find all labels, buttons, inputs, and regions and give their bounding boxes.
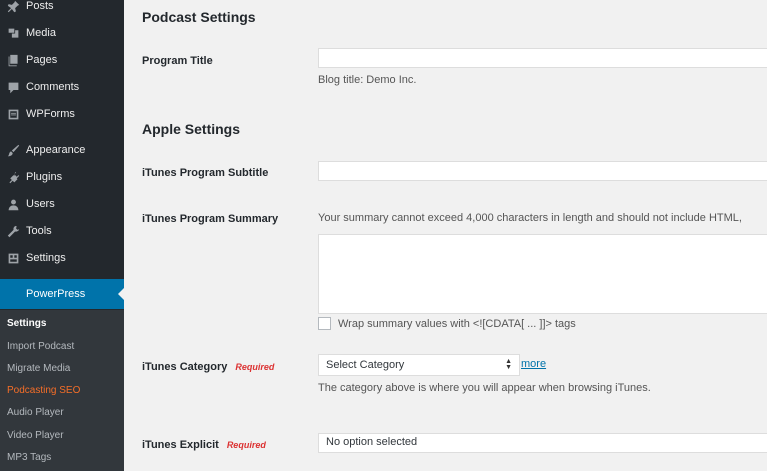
wrap-cdata-option[interactable]: Wrap summary values with <![CDATA[ ... ]… (318, 317, 576, 330)
apple-settings-heading: Apple Settings (142, 121, 241, 137)
submenu-item-video-player[interactable]: Video Player (7, 430, 64, 441)
submenu-item-import-podcast[interactable]: Import Podcast (7, 341, 74, 352)
sidebar-item-label: Pages (26, 54, 58, 66)
admin-sidebar: Posts Media Pages Comments WPForms Appea… (0, 0, 124, 471)
plugin-icon (0, 171, 26, 184)
sidebar-item-label: Media (26, 27, 56, 39)
itunes-explicit-label-text: iTunes Explicit (142, 439, 219, 451)
sidebar-item-media[interactable]: Media (0, 21, 124, 45)
itunes-category-label-text: iTunes Category (142, 361, 228, 373)
itunes-summary-label: iTunes Program Summary (142, 213, 279, 225)
media-icon (0, 27, 26, 40)
sidebar-item-settings[interactable]: Settings (0, 246, 124, 270)
wpforms-icon (0, 108, 26, 121)
sidebar-item-label: Comments (26, 81, 80, 93)
sidebar-item-tools[interactable]: Tools (0, 219, 124, 243)
pages-icon (0, 54, 26, 67)
sidebar-item-label: Tools (26, 225, 52, 237)
sidebar-item-powerpress[interactable]: PowerPress (0, 279, 124, 309)
powerpress-icon (0, 288, 26, 301)
itunes-explicit-value: No option selected (326, 436, 418, 448)
submenu-item-migrate-media[interactable]: Migrate Media (7, 363, 70, 374)
itunes-explicit-select[interactable]: No option selected (318, 433, 767, 453)
sidebar-item-label: WPForms (26, 108, 75, 120)
comment-icon (0, 81, 26, 94)
program-title-input[interactable] (318, 48, 767, 68)
program-title-description: Blog title: Demo Inc. (318, 74, 417, 86)
brush-icon (0, 144, 26, 157)
sidebar-item-label: Users (26, 198, 55, 210)
wrap-cdata-label: Wrap summary values with <![CDATA[ ... ]… (338, 317, 576, 330)
sidebar-item-posts[interactable]: Posts (0, 0, 124, 18)
sidebar-item-appearance[interactable]: Appearance (0, 138, 124, 162)
sidebar-item-label: PowerPress (26, 288, 86, 300)
wrap-cdata-checkbox[interactable] (318, 317, 331, 330)
sidebar-item-wpforms[interactable]: WPForms (0, 102, 124, 126)
submenu-item-mp3-tags[interactable]: MP3 Tags (7, 452, 51, 463)
sidebar-item-users[interactable]: Users (0, 192, 124, 216)
select-arrows-icon: ▲ ▼ (505, 358, 512, 371)
required-badge: Required (226, 440, 266, 450)
sidebar-item-comments[interactable]: Comments (0, 75, 124, 99)
itunes-subtitle-label: iTunes Program Subtitle (142, 167, 269, 179)
sidebar-item-label: Settings (26, 252, 66, 264)
wrench-icon (0, 225, 26, 238)
sidebar-item-label: Posts (26, 0, 54, 12)
itunes-summary-description: Your summary cannot exceed 4,000 charact… (318, 212, 742, 224)
itunes-explicit-label: iTunes Explicit Required (142, 439, 266, 451)
itunes-summary-textarea[interactable] (318, 234, 767, 314)
itunes-category-description: The category above is where you will app… (318, 382, 651, 394)
sidebar-item-pages[interactable]: Pages (0, 48, 124, 72)
settings-icon (0, 252, 26, 265)
submenu-item-podcasting-seo[interactable]: Podcasting SEO (7, 385, 80, 396)
pin-icon (0, 0, 26, 13)
itunes-category-value: Select Category (326, 359, 405, 371)
itunes-category-select[interactable]: Select Category ▲ ▼ (318, 354, 520, 376)
submenu-item-audio-player[interactable]: Audio Player (7, 407, 64, 418)
itunes-category-label: iTunes Category Required (142, 361, 274, 373)
sidebar-item-label: Appearance (26, 144, 86, 156)
powerpress-submenu: Settings Import Podcast Migrate Media Po… (0, 310, 124, 471)
user-icon (0, 198, 26, 211)
podcast-settings-heading: Podcast Settings (142, 9, 256, 25)
submenu-item-settings[interactable]: Settings (7, 318, 46, 329)
required-badge: Required (235, 362, 275, 372)
category-more-link[interactable]: more (521, 358, 546, 370)
sidebar-item-plugins[interactable]: Plugins (0, 165, 124, 189)
settings-main: Podcast Settings Program Title Blog titl… (124, 0, 767, 471)
itunes-subtitle-input[interactable] (318, 161, 767, 181)
program-title-label: Program Title (142, 55, 213, 67)
sidebar-item-label: Plugins (26, 171, 63, 183)
